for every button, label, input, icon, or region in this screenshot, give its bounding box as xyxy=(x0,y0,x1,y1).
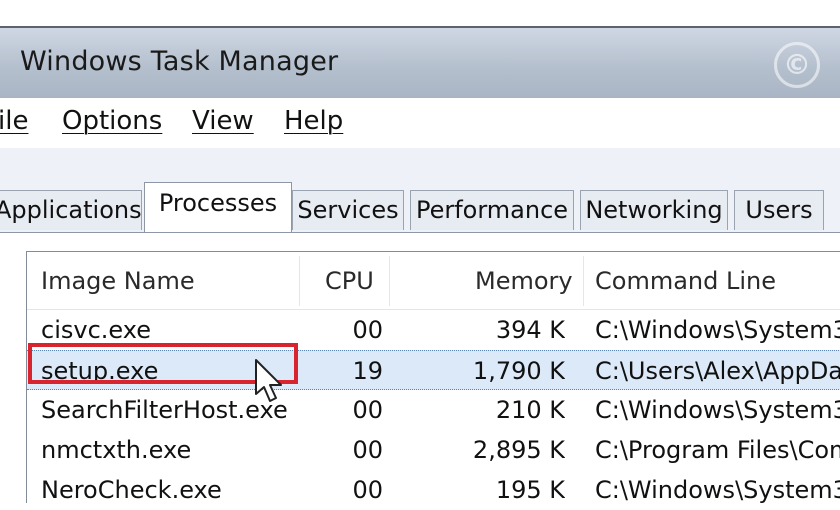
column-divider[interactable] xyxy=(299,256,300,306)
tab-strip: Applications Processes Services Performa… xyxy=(0,148,840,232)
process-command-line: C:\Windows\System32 xyxy=(595,396,840,424)
process-name: NeroCheck.exe xyxy=(41,476,222,504)
process-memory: 195 K xyxy=(495,476,565,504)
column-divider[interactable] xyxy=(583,256,584,306)
menu-options[interactable]: Options xyxy=(62,106,162,136)
menu-view[interactable]: View xyxy=(192,106,254,136)
process-command-line: C:\Program Files\Com xyxy=(595,436,840,464)
title-bar[interactable]: Windows Task Manager © xyxy=(0,28,840,98)
table-row[interactable]: nmctxth.exe 00 2,895 K C:\Program Files\… xyxy=(27,430,840,470)
process-command-line: C:\Windows\System32 xyxy=(595,316,840,344)
column-header-cpu[interactable]: CPU xyxy=(325,252,374,310)
copyright-icon: © xyxy=(774,42,820,88)
tab-networking[interactable]: Networking xyxy=(580,190,728,230)
list-header: Image Name CPU Memory Command Line xyxy=(27,252,840,310)
column-header-command-line[interactable]: Command Line xyxy=(595,252,776,310)
process-cpu: 00 xyxy=(352,476,383,504)
tab-services[interactable]: Services xyxy=(292,190,404,230)
column-header-memory[interactable]: Memory xyxy=(475,252,573,310)
process-memory: 210 K xyxy=(495,396,565,424)
column-divider[interactable] xyxy=(389,256,390,306)
process-cpu: 19 xyxy=(352,357,383,385)
column-header-image-name[interactable]: Image Name xyxy=(41,252,195,310)
table-row[interactable]: NeroCheck.exe 00 195 K C:\Windows\System… xyxy=(27,470,840,504)
task-manager-window: Windows Task Manager © ile Options View … xyxy=(0,26,840,504)
menu-help[interactable]: Help xyxy=(284,106,343,136)
process-cpu: 00 xyxy=(352,436,383,464)
tab-applications[interactable]: Applications xyxy=(0,190,142,230)
process-name: nmctxth.exe xyxy=(41,436,192,464)
process-cpu: 00 xyxy=(352,316,383,344)
process-command-line: C:\Users\Alex\AppData xyxy=(595,357,840,385)
mouse-pointer-icon xyxy=(255,359,282,402)
process-cpu: 00 xyxy=(352,396,383,424)
tab-performance[interactable]: Performance xyxy=(410,190,574,230)
table-row[interactable]: SearchFilterHost.exe 00 210 K C:\Windows… xyxy=(27,390,840,430)
process-memory: 1,790 K xyxy=(472,357,565,385)
window-title: Windows Task Manager xyxy=(20,46,339,77)
process-memory: 2,895 K xyxy=(472,436,565,464)
menu-file[interactable]: ile xyxy=(0,106,28,136)
tab-processes[interactable]: Processes xyxy=(144,182,292,232)
menu-bar: ile Options View Help xyxy=(0,98,840,148)
process-command-line: C:\Windows\System32 xyxy=(595,476,840,504)
process-memory: 394 K xyxy=(495,316,565,344)
tab-users[interactable]: Users xyxy=(734,190,824,230)
screen-top-margin xyxy=(0,0,840,26)
